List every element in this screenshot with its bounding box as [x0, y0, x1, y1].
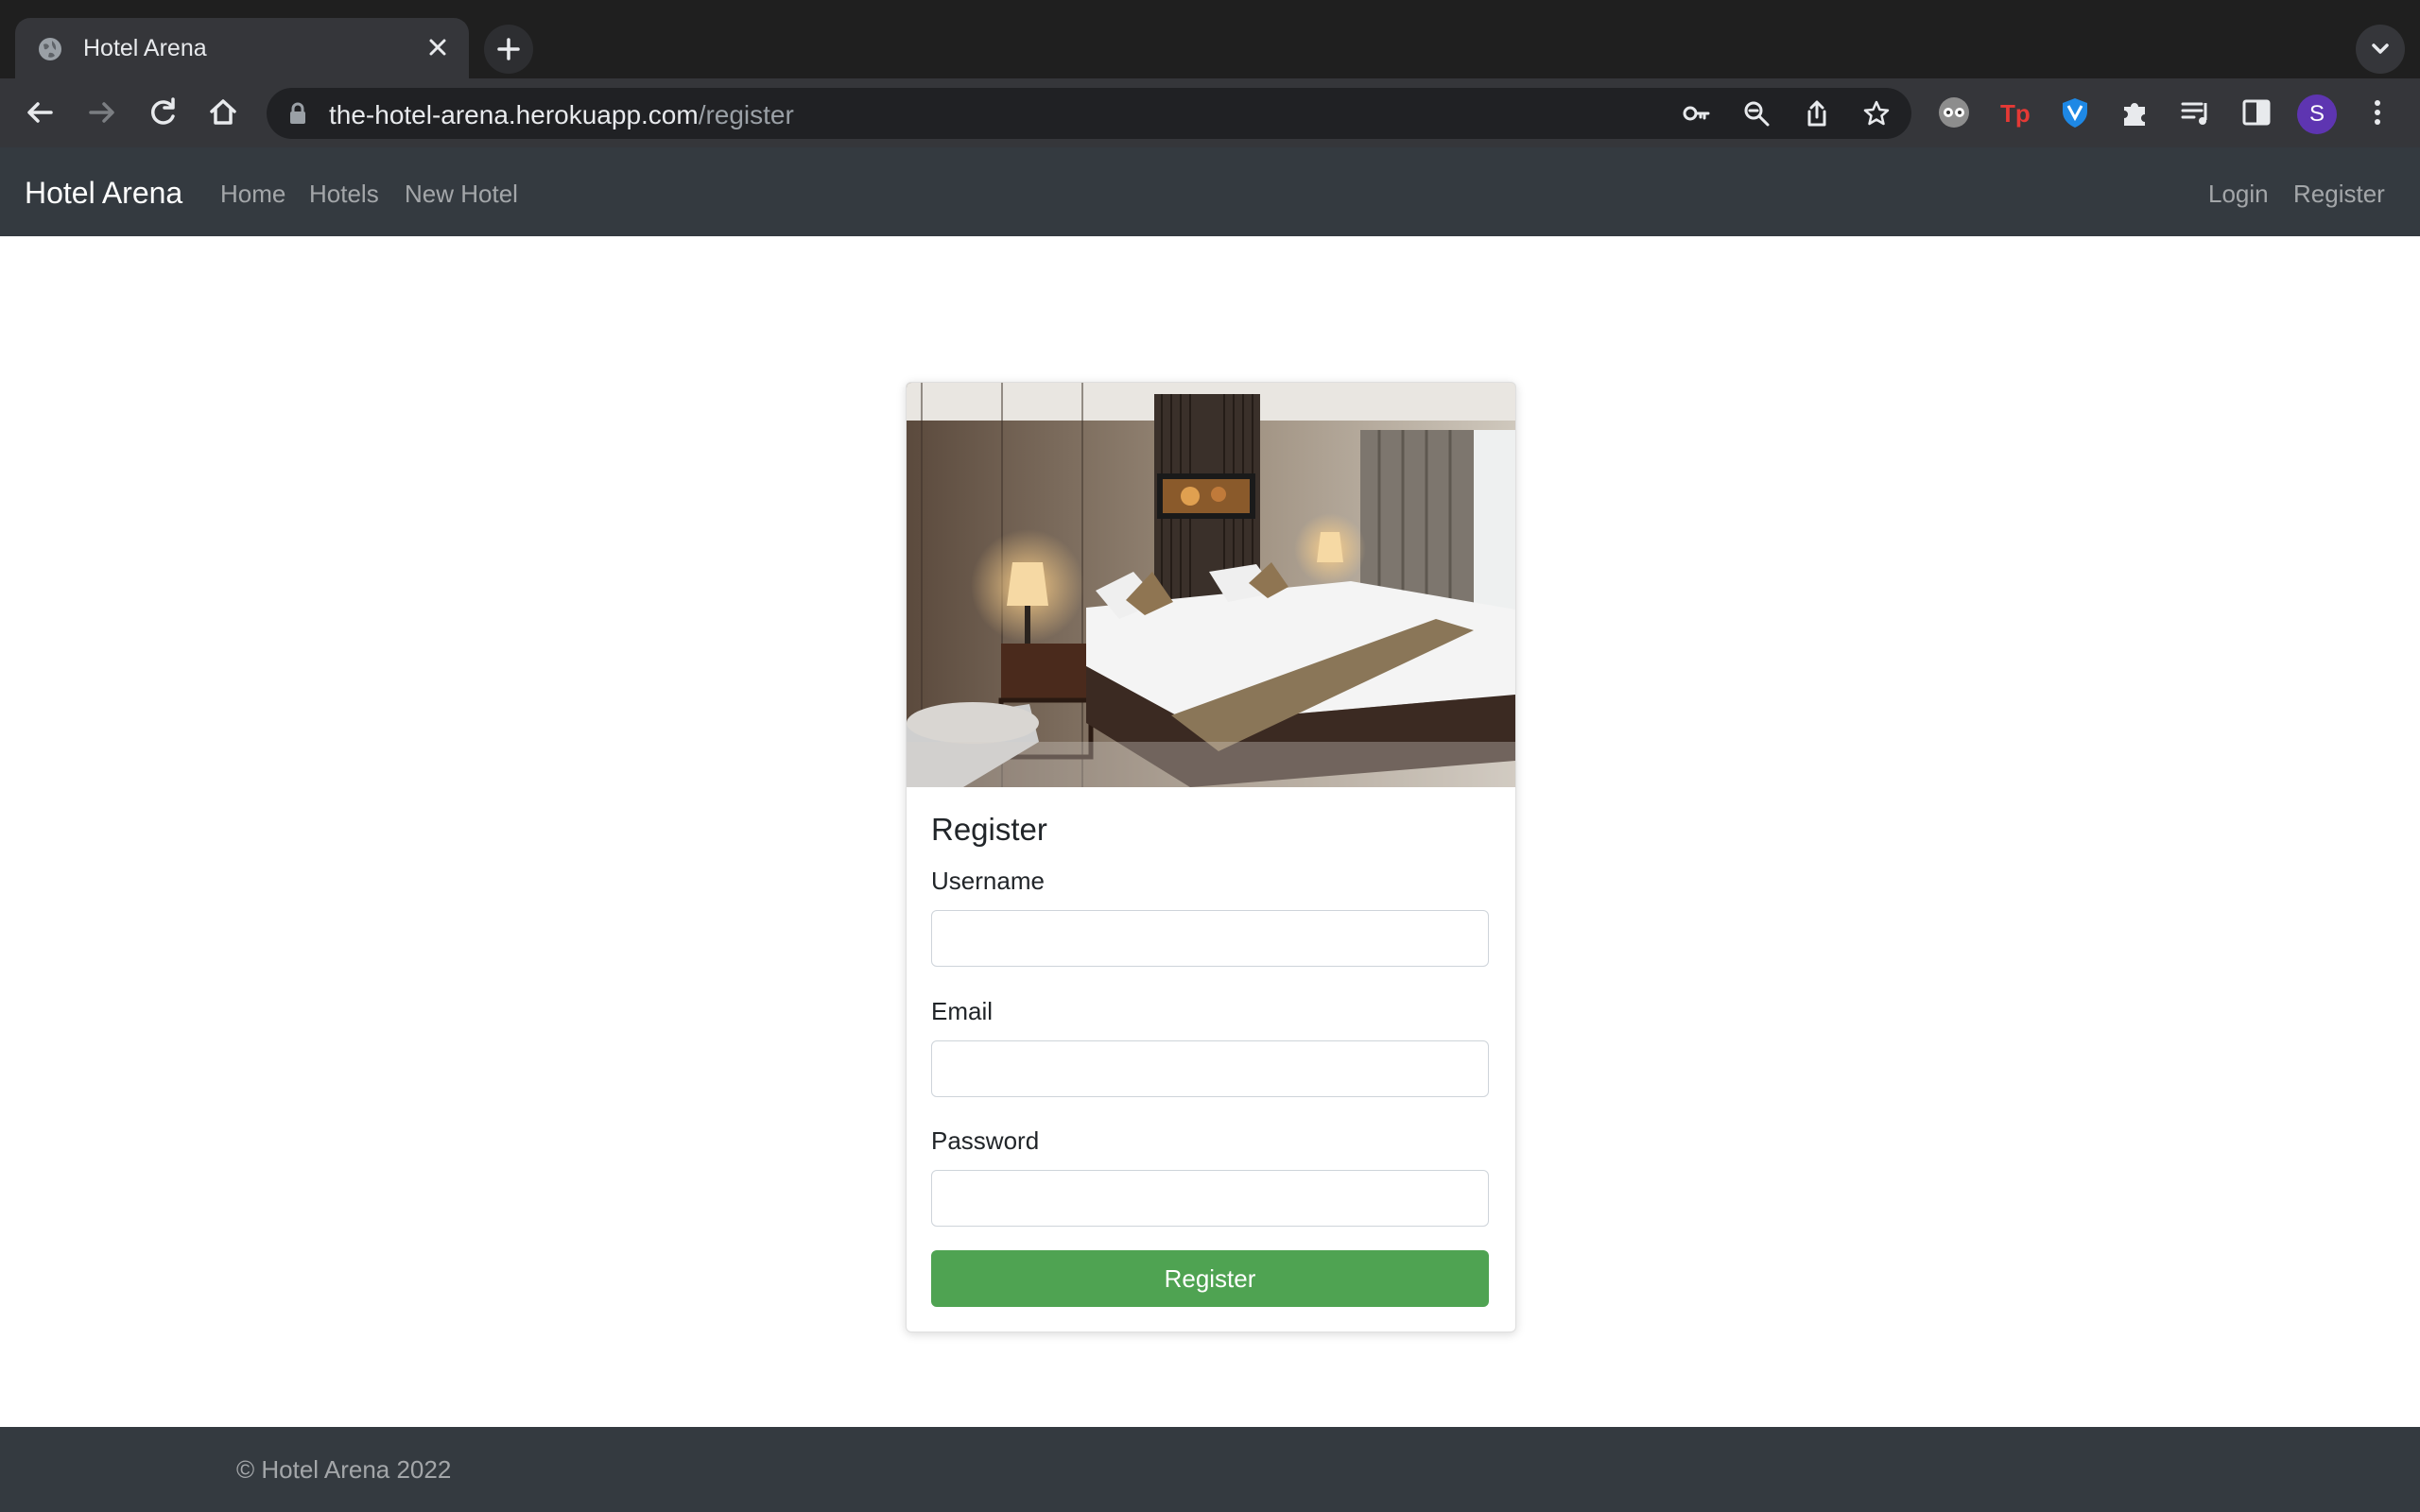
browser-tab[interactable]: Hotel Arena [15, 18, 469, 78]
nav-link-register[interactable]: Register [2293, 180, 2385, 209]
username-input[interactable] [931, 910, 1489, 967]
zoom-icon[interactable] [1742, 99, 1771, 128]
chevron-down-icon[interactable] [2356, 25, 2405, 74]
copyright-text: © Hotel Arena 2022 [236, 1455, 452, 1484]
register-card: Register Username Email Password Registe… [906, 382, 1516, 1332]
username-label: Username [931, 867, 1045, 895]
email-input[interactable] [931, 1040, 1489, 1097]
profile-avatar[interactable]: S [2297, 94, 2337, 134]
new-tab-icon[interactable] [484, 25, 533, 74]
tab-title: Hotel Arena [83, 35, 207, 61]
media-queue-icon[interactable] [2179, 95, 2213, 129]
more-menu-icon[interactable] [2360, 95, 2394, 129]
address-bar[interactable]: the-hotel-arena.herokuapp.com/register [267, 88, 1911, 139]
puzzle-extensions-icon[interactable] [2118, 95, 2152, 129]
nav-link-new-hotel[interactable]: New Hotel [405, 180, 518, 209]
tp-extension-icon[interactable]: Tp [1997, 95, 2031, 129]
back-arrow-icon[interactable] [21, 94, 59, 131]
register-title: Register [931, 812, 1047, 847]
brand-logo-link[interactable]: Hotel Arena [25, 176, 182, 211]
site-navbar: Hotel Arena Home Hotels New Hotel Login … [0, 147, 2420, 236]
register-submit-button[interactable]: Register [931, 1250, 1489, 1307]
svg-text:Tp: Tp [2000, 99, 2031, 128]
nav-link-home[interactable]: Home [220, 180, 285, 209]
nav-link-login[interactable]: Login [2208, 180, 2269, 209]
url-path: /register [698, 100, 794, 129]
password-input[interactable] [931, 1170, 1489, 1227]
share-icon[interactable] [1803, 99, 1831, 128]
home-icon[interactable] [204, 94, 242, 131]
url-host: the-hotel-arena.herokuapp.com [329, 100, 699, 129]
browser-tab-strip: Hotel Arena [0, 0, 2420, 78]
reload-icon[interactable] [144, 94, 182, 131]
side-panel-icon[interactable] [2239, 95, 2273, 129]
site-footer: © Hotel Arena 2022 [0, 1427, 2420, 1512]
nav-link-hotels[interactable]: Hotels [309, 180, 379, 209]
email-label: Email [931, 997, 994, 1025]
password-label: Password [931, 1126, 1040, 1155]
forward-arrow-icon[interactable] [83, 94, 121, 131]
browser-toolbar: the-hotel-arena.herokuapp.com/register T… [0, 78, 2420, 147]
bookmark-star-icon[interactable] [1862, 99, 1891, 128]
close-icon[interactable] [425, 35, 450, 60]
hotel-room-image [907, 383, 1515, 787]
eyes-extension-icon[interactable] [1937, 95, 1971, 129]
shield-extension-icon[interactable] [2058, 95, 2092, 129]
globe-icon [39, 38, 61, 60]
key-icon[interactable] [1682, 99, 1710, 128]
url-text: the-hotel-arena.herokuapp.com/register [329, 100, 794, 130]
lock-icon[interactable] [287, 102, 308, 125]
